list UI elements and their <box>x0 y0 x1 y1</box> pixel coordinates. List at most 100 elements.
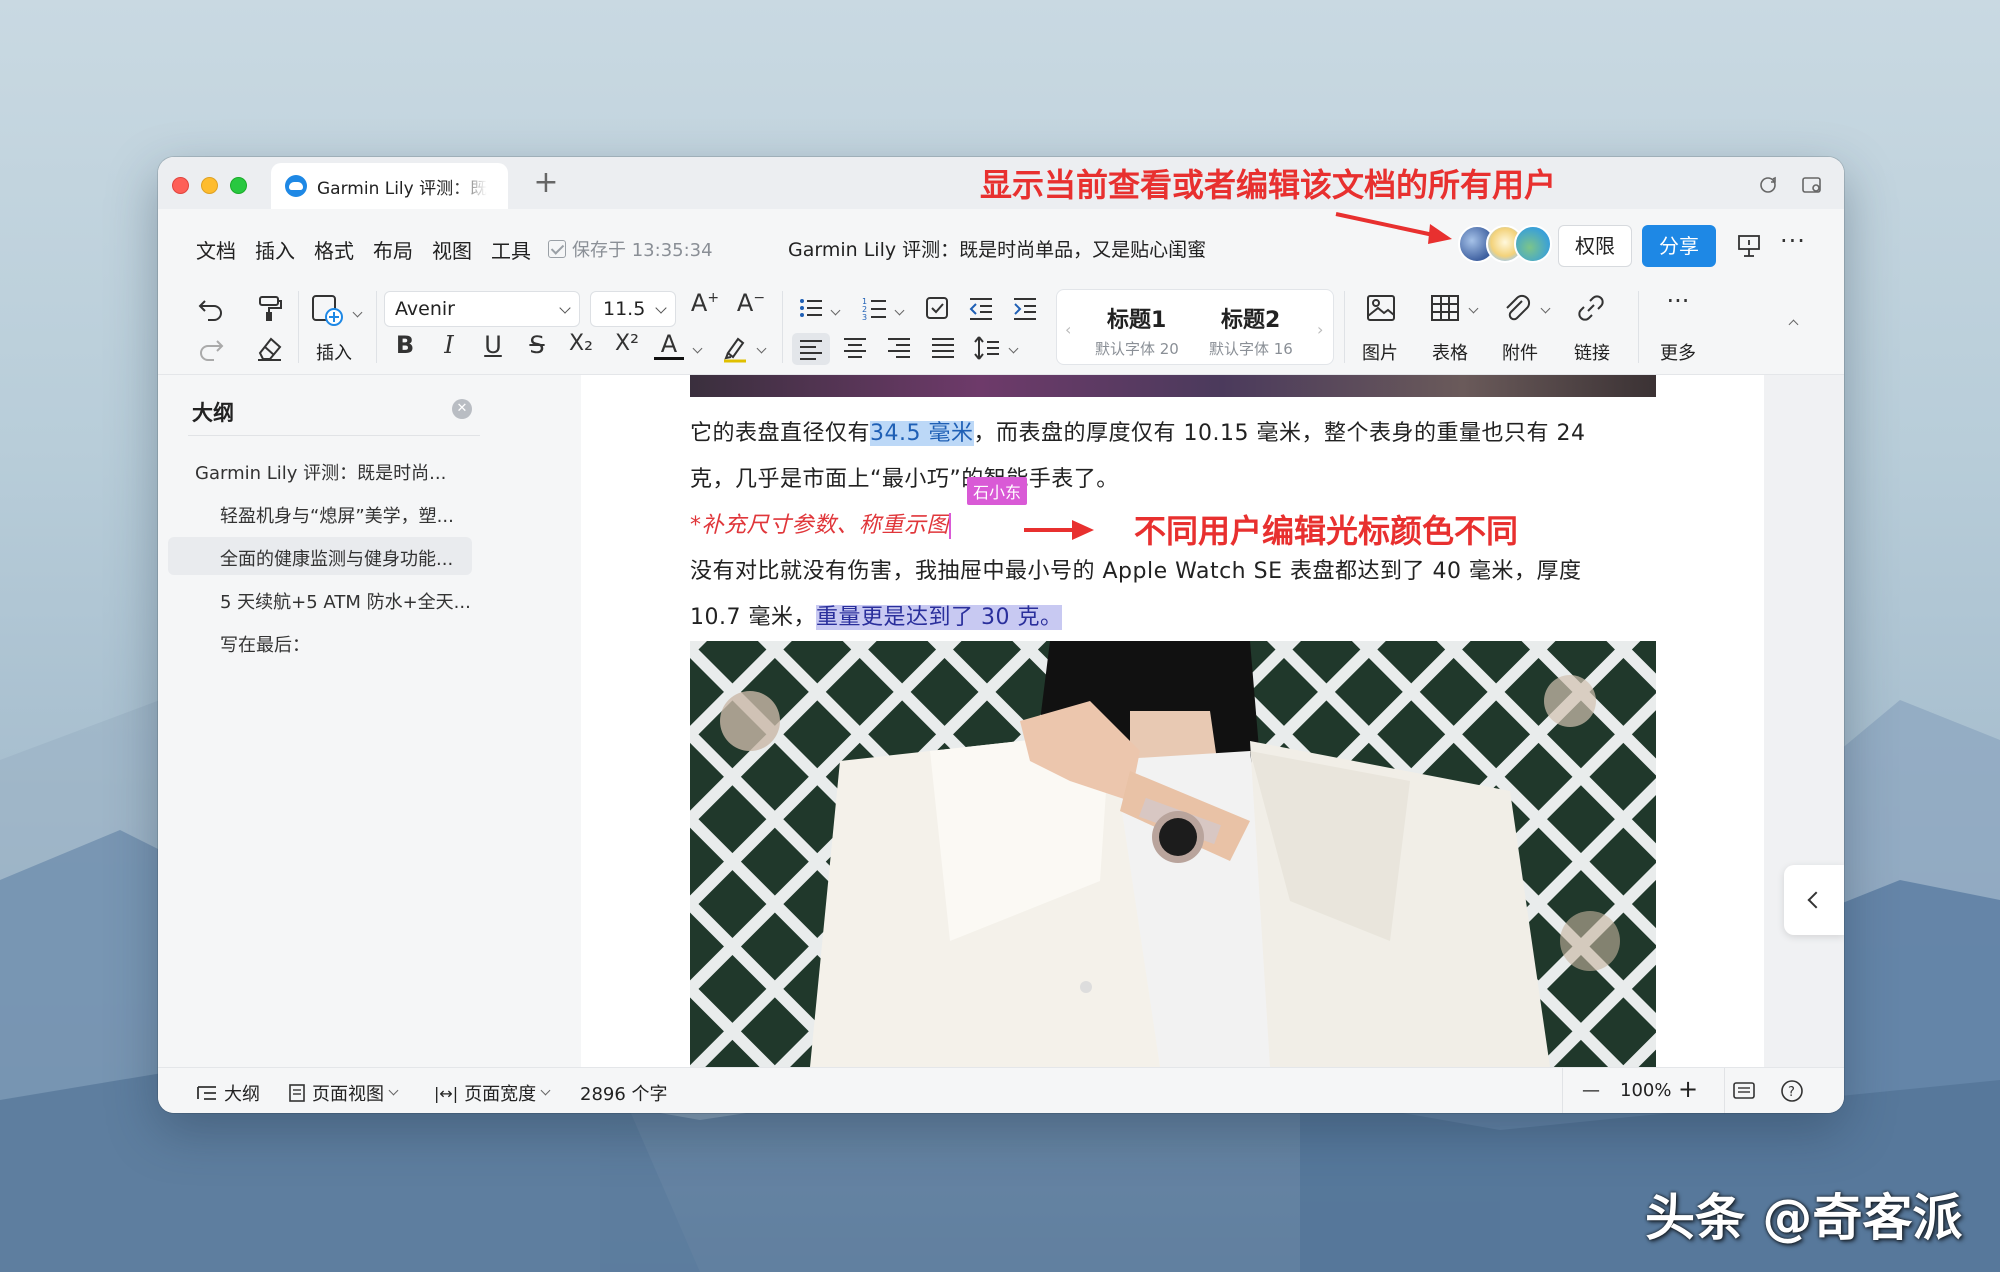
bullet-list-icon[interactable] <box>796 293 826 323</box>
chevron-down-icon[interactable] <box>1468 303 1479 314</box>
menu-insert[interactable]: 插入 <box>255 235 295 264</box>
redo-icon[interactable] <box>196 333 226 363</box>
zoom-window-button[interactable] <box>230 177 247 194</box>
image-icon[interactable] <box>1364 291 1398 325</box>
outline-item-active[interactable]: 全面的健康监测与健身功能... <box>168 537 472 575</box>
chevron-down-icon[interactable] <box>1540 303 1551 314</box>
menu-layout[interactable]: 布局 <box>373 235 413 264</box>
keyboard-icon[interactable] <box>1732 1080 1756 1102</box>
chevron-down-icon[interactable] <box>830 305 841 316</box>
presentation-icon[interactable] <box>1736 233 1762 259</box>
highlight-icon[interactable] <box>720 333 750 363</box>
attachment-icon[interactable] <box>1500 291 1534 325</box>
line-spacing-icon[interactable] <box>972 333 1002 363</box>
format-painter-icon[interactable] <box>254 293 284 323</box>
zoom-level[interactable]: 100% <box>1620 1080 1671 1101</box>
document-title[interactable]: Garmin Lily 评测：既是时尚单品，又是贴心闺蜜 <box>788 235 1206 262</box>
align-center-icon[interactable] <box>840 333 870 363</box>
sync-icon[interactable] <box>1756 173 1780 197</box>
insert-block-icon[interactable] <box>310 293 344 327</box>
paragraph-1[interactable]: 它的表盘直径仅有34.5 毫米，而表盘的厚度仅有 10.15 毫米，整个表身的重… <box>690 415 1585 447</box>
minimize-window-button[interactable] <box>201 177 218 194</box>
decrease-font-icon[interactable]: A− <box>734 289 768 317</box>
share-button[interactable]: 分享 <box>1642 225 1716 267</box>
chevron-down-icon[interactable] <box>756 343 767 354</box>
bold-button[interactable]: B <box>390 331 420 359</box>
checklist-icon[interactable] <box>922 293 952 323</box>
numbered-list-icon[interactable]: 123 <box>860 293 890 323</box>
new-tab-button[interactable]: + <box>530 167 562 199</box>
superscript-button[interactable]: X² <box>608 331 646 356</box>
align-right-icon[interactable] <box>884 333 914 363</box>
link-icon[interactable] <box>1574 291 1608 325</box>
chevron-down-icon[interactable] <box>692 343 703 354</box>
outline-item[interactable]: 轻盈机身与“熄屏”美学，塑... <box>220 502 454 528</box>
paragraph-2[interactable]: 克，几乎是市面上“最小巧”的智能手表了。 <box>690 461 1119 493</box>
style-heading1-font: 默认字体 20 <box>1095 340 1179 358</box>
attachment-label[interactable]: 附件 <box>1490 339 1550 365</box>
zoom-out-button[interactable]: — <box>1582 1080 1600 1101</box>
collaborator-avatars[interactable] <box>1458 225 1552 263</box>
menu-document[interactable]: 文档 <box>196 235 236 264</box>
menu-format[interactable]: 格式 <box>314 235 354 264</box>
window-mode-icon[interactable] <box>1800 173 1824 197</box>
avatar[interactable] <box>1514 225 1552 263</box>
chevron-down-icon[interactable] <box>1008 343 1019 354</box>
expand-side-panel-button[interactable] <box>1784 865 1844 935</box>
paragraph-3[interactable]: 没有对比就没有伤害，我抽屉中最小号的 Apple Watch SE 表盘都达到了… <box>690 553 1581 585</box>
more-tools-icon[interactable]: ··· <box>1660 287 1696 315</box>
font-family-select[interactable]: Avenir <box>384 291 580 327</box>
justify-icon[interactable] <box>928 333 958 363</box>
undo-icon[interactable] <box>196 293 226 323</box>
document-photo[interactable] <box>690 641 1656 1067</box>
editor-window: Garmin Lily 评测：既是时尚单品，又是贴心闺蜜 + 文档 插入 格式 … <box>158 157 1844 1113</box>
annotation-arrow-cursor <box>1024 520 1094 540</box>
selection-blue[interactable]: 34.5 毫米 <box>870 421 974 446</box>
paragraph-4[interactable]: 10.7 毫米，重量更是达到了 30 克。 <box>690 599 1063 631</box>
table-label[interactable]: 表格 <box>1420 339 1480 365</box>
link-label[interactable]: 链接 <box>1562 339 1622 365</box>
outdent-icon[interactable] <box>966 293 996 323</box>
outline-item[interactable]: Garmin Lily 评测：既是时尚... <box>195 459 446 485</box>
help-icon[interactable]: ? <box>1780 1079 1804 1103</box>
style-heading1[interactable]: 标题1 <box>1107 302 1166 334</box>
collapse-toolbar-icon[interactable] <box>1788 319 1799 330</box>
subscript-button[interactable]: X₂ <box>562 331 600 356</box>
chevron-down-icon[interactable] <box>894 305 905 316</box>
indent-icon[interactable] <box>1010 293 1040 323</box>
table-icon[interactable] <box>1428 291 1462 325</box>
document-area: 它的表盘直径仅有34.5 毫米，而表盘的厚度仅有 10.15 毫米，整个表身的重… <box>581 375 1844 1067</box>
italic-button[interactable]: I <box>434 331 464 359</box>
more-tools-label[interactable]: 更多 <box>1648 339 1708 365</box>
document-page[interactable]: 它的表盘直径仅有34.5 毫米，而表盘的厚度仅有 10.15 毫米，整个表身的重… <box>581 375 1764 1067</box>
insert-label[interactable]: 插入 <box>304 339 364 365</box>
selection-purple[interactable]: 重量更是达到了 30 克。 <box>815 605 1063 630</box>
insert-caret-icon[interactable] <box>352 307 363 318</box>
close-window-button[interactable] <box>172 177 189 194</box>
menu-view[interactable]: 视图 <box>432 235 472 264</box>
more-menu-button[interactable]: ··· <box>1780 227 1806 255</box>
zoom-in-button[interactable]: + <box>1678 1075 1698 1103</box>
close-icon[interactable]: ✕ <box>452 399 472 419</box>
paragraph-remark[interactable]: *补充尺寸参数、称重示图 <box>690 507 952 539</box>
font-size-select[interactable]: 11.5 <box>590 291 676 327</box>
outline-toggle[interactable]: 大纲 <box>196 1080 260 1106</box>
page-width-select[interactable]: |↔| 页面宽度 <box>434 1080 551 1106</box>
outline-item[interactable]: 写在最后： <box>220 631 310 657</box>
document-tab[interactable]: Garmin Lily 评测：既是时尚单品，又是贴心闺蜜 <box>271 163 508 209</box>
permission-button[interactable]: 权限 <box>1558 225 1632 267</box>
para1-text-a: 它的表盘直径仅有 <box>690 421 871 446</box>
menu-tools[interactable]: 工具 <box>491 235 531 264</box>
align-left-icon[interactable] <box>792 333 830 365</box>
style-heading2[interactable]: 标题2 <box>1221 302 1280 334</box>
chevron-right-icon[interactable]: › <box>1317 320 1323 339</box>
font-color-button[interactable]: A <box>654 331 684 360</box>
underline-button[interactable]: U <box>478 331 508 359</box>
outline-item[interactable]: 5 天续航+5 ATM 防水+全天... <box>220 588 471 614</box>
page-view-select[interactable]: 页面视图 <box>288 1080 399 1106</box>
image-label[interactable]: 图片 <box>1350 339 1410 365</box>
eraser-icon[interactable] <box>254 333 284 363</box>
chevron-left-icon[interactable]: ‹ <box>1065 320 1071 339</box>
increase-font-icon[interactable]: A+ <box>688 289 722 317</box>
strikethrough-button[interactable]: S <box>522 331 552 359</box>
